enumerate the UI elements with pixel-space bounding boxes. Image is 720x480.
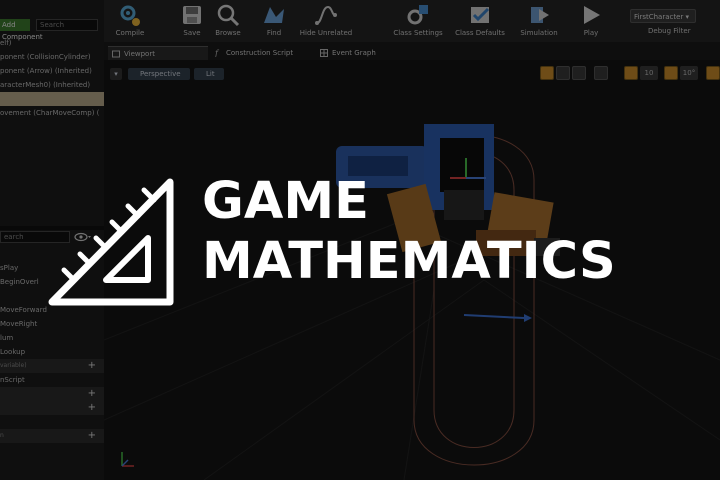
title-line-2: MATHEMATICS [202,232,616,291]
overlay-title: GAME MATHEMATICS [202,172,616,292]
editor-window: Add Component Search elf) ponent (Collis… [0,0,720,480]
title-line-1: GAME [202,172,369,231]
triangle-ruler-icon [48,178,174,306]
title-overlay: GAME MATHEMATICS [0,0,720,480]
